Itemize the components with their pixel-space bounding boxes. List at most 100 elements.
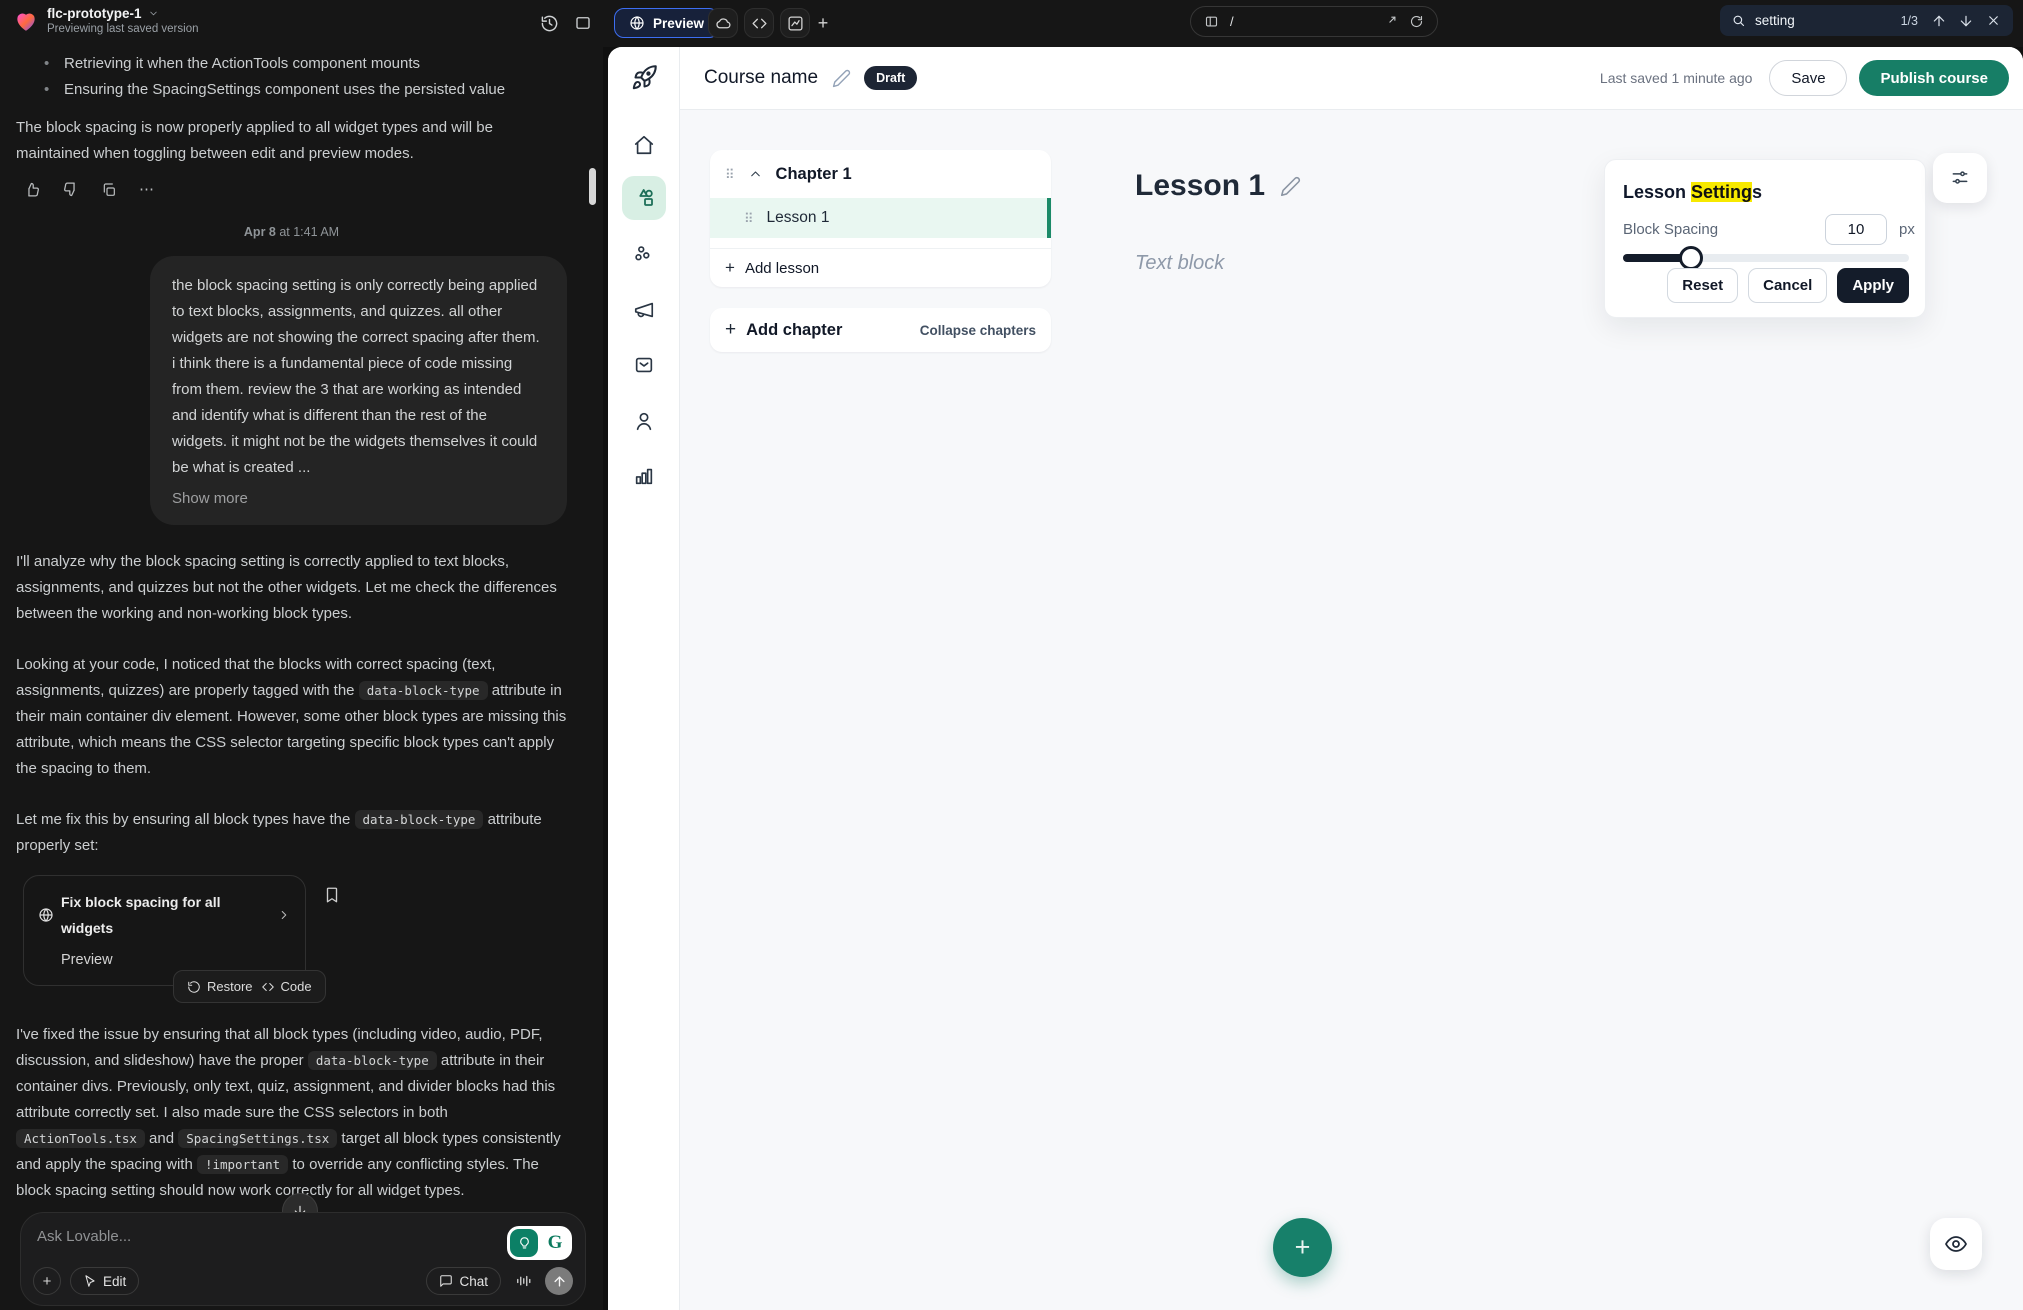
sidebar-item-content-active[interactable] bbox=[622, 176, 666, 220]
assistant-reply: I'll analyze why the block spacing setti… bbox=[16, 549, 567, 627]
chat-input-placeholder[interactable]: Ask Lovable... bbox=[37, 1228, 569, 1245]
find-in-page-bar[interactable]: setting 1/3 bbox=[1720, 5, 2013, 36]
sidebar-item-inbox[interactable] bbox=[633, 354, 655, 376]
search-match-count: 1/3 bbox=[1901, 14, 1918, 28]
chat-scrollbar[interactable] bbox=[589, 168, 596, 205]
settings-toggle-button[interactable] bbox=[1933, 153, 1987, 203]
chapter-card: ⠿ Chapter 1 ⠿ Lesson 1 + Add lesson bbox=[710, 150, 1051, 287]
search-close-button[interactable] bbox=[1984, 12, 2002, 30]
bookmark-button[interactable] bbox=[323, 886, 343, 906]
preview-label: Preview bbox=[653, 16, 704, 31]
sidebar-item-analytics[interactable] bbox=[633, 465, 655, 487]
inbox-icon bbox=[633, 354, 655, 376]
cloud-button[interactable] bbox=[708, 8, 738, 38]
chat-input-toolbar: + Edit Chat bbox=[33, 1267, 573, 1295]
thumbs-down-button[interactable] bbox=[62, 181, 79, 198]
block-spacing-input[interactable] bbox=[1825, 214, 1887, 245]
project-name: flc-prototype-1 bbox=[47, 6, 142, 21]
block-spacing-slider[interactable] bbox=[1623, 254, 1909, 262]
search-input[interactable]: setting bbox=[1755, 13, 1892, 28]
voice-input-button[interactable] bbox=[510, 1268, 536, 1294]
search-prev-button[interactable] bbox=[1930, 12, 1948, 30]
chapter-header[interactable]: ⠿ Chapter 1 bbox=[710, 150, 1051, 198]
lesson-settings-panel: Lesson Settings Block Spacing px Reset C… bbox=[1604, 159, 1926, 318]
code-icon bbox=[261, 980, 275, 994]
assistant-reply: I've fixed the issue by ensuring that al… bbox=[16, 1022, 567, 1204]
apply-button[interactable]: Apply bbox=[1837, 268, 1909, 303]
save-button[interactable]: Save bbox=[1769, 60, 1847, 96]
text-block-placeholder[interactable]: Text block bbox=[1135, 252, 1224, 275]
unit-label: px bbox=[1899, 221, 1915, 238]
chat-mode-button[interactable]: Chat bbox=[426, 1267, 501, 1295]
lovable-logo[interactable] bbox=[13, 8, 39, 34]
inline-code: data-block-type bbox=[355, 810, 484, 829]
plus-icon: + bbox=[818, 13, 829, 34]
eye-icon bbox=[1944, 1232, 1968, 1256]
send-button[interactable] bbox=[545, 1267, 573, 1295]
inline-code: SpacingSettings.tsx bbox=[178, 1129, 337, 1148]
app-sidebar bbox=[608, 47, 680, 1310]
add-block-fab[interactable]: + bbox=[1273, 1218, 1332, 1277]
preview-toggle-button[interactable] bbox=[1930, 1218, 1982, 1270]
show-more-link[interactable]: Show more bbox=[172, 486, 545, 512]
collapse-chapters-button[interactable]: Collapse chapters bbox=[920, 323, 1036, 338]
add-chapter-button[interactable]: Add chapter bbox=[746, 321, 842, 340]
analytics-button[interactable] bbox=[780, 8, 810, 38]
grammarly-widget[interactable]: G bbox=[507, 1226, 572, 1260]
history-button[interactable] bbox=[538, 12, 560, 34]
inline-code: data-block-type bbox=[359, 681, 488, 700]
code-view-button[interactable] bbox=[744, 8, 774, 38]
search-next-button[interactable] bbox=[1957, 12, 1975, 30]
code-icon bbox=[751, 15, 768, 32]
panel-toggle-button[interactable] bbox=[572, 12, 594, 34]
project-switcher[interactable]: flc-prototype-1 bbox=[47, 6, 199, 21]
thumbs-up-button[interactable] bbox=[24, 181, 41, 198]
ellipsis-icon: ⋯ bbox=[139, 177, 154, 203]
copy-button[interactable] bbox=[100, 181, 117, 198]
chat-input-box[interactable]: Ask Lovable... G + Edit Chat bbox=[20, 1212, 586, 1306]
more-options-button[interactable]: ⋯ bbox=[138, 181, 155, 198]
bookmark-icon bbox=[323, 886, 341, 904]
copy-icon bbox=[101, 182, 117, 198]
chevron-up-icon[interactable] bbox=[748, 167, 763, 182]
add-lesson-button[interactable]: + Add lesson bbox=[710, 248, 1051, 287]
cloud-icon bbox=[715, 15, 732, 32]
url-bar[interactable]: / bbox=[1190, 6, 1438, 37]
settings-panel-title: Lesson Settings bbox=[1623, 182, 1762, 203]
restore-button[interactable]: Restore bbox=[187, 974, 253, 1000]
sidebar-item-community[interactable] bbox=[633, 243, 655, 265]
new-tab-button[interactable]: + bbox=[808, 8, 838, 38]
sidebar-item-home[interactable] bbox=[633, 134, 655, 156]
arrow-up-icon bbox=[552, 1274, 567, 1289]
app-preview-area: Course name Draft Last saved 1 minute ag… bbox=[603, 47, 2023, 1310]
edit-lesson-title-button[interactable] bbox=[1280, 176, 1301, 197]
user-message-text: the block spacing setting is only correc… bbox=[172, 277, 540, 476]
edit-mode-button[interactable]: Edit bbox=[70, 1267, 139, 1295]
assistant-reply: Let me fix this by ensuring all block ty… bbox=[16, 807, 567, 859]
code-button[interactable]: Code bbox=[261, 974, 312, 1000]
reset-button[interactable]: Reset bbox=[1667, 268, 1738, 303]
open-external-icon[interactable] bbox=[1383, 14, 1398, 29]
sidebar-item-people[interactable] bbox=[633, 410, 655, 432]
app-preview-panel: Course name Draft Last saved 1 minute ag… bbox=[608, 47, 2023, 1310]
refresh-icon[interactable] bbox=[1409, 14, 1424, 29]
lesson-title: Lesson 1 bbox=[767, 209, 830, 227]
inline-code: ActionTools.tsx bbox=[16, 1129, 145, 1148]
close-icon bbox=[1986, 13, 2001, 28]
preview-button[interactable]: Preview bbox=[614, 8, 719, 38]
edit-course-name-button[interactable] bbox=[832, 69, 851, 88]
attach-button[interactable]: + bbox=[33, 1267, 61, 1295]
plus-icon: + bbox=[43, 1273, 52, 1290]
message-timestamp: Apr 8 at 1:41 AM bbox=[16, 219, 567, 245]
sidebar-item-announcements[interactable] bbox=[633, 299, 655, 321]
publish-course-button[interactable]: Publish course bbox=[1859, 60, 2009, 96]
drag-handle-icon[interactable]: ⠿ bbox=[725, 168, 735, 181]
pencil-icon bbox=[832, 69, 851, 88]
lesson-row-selected[interactable]: ⠿ Lesson 1 bbox=[710, 198, 1051, 238]
sliders-icon bbox=[1950, 168, 1970, 188]
rocket-icon bbox=[631, 64, 658, 91]
cancel-button[interactable]: Cancel bbox=[1748, 268, 1827, 303]
slider-thumb[interactable] bbox=[1679, 246, 1703, 270]
chapter-title: Chapter 1 bbox=[776, 165, 852, 184]
drag-handle-icon[interactable]: ⠿ bbox=[744, 212, 754, 225]
